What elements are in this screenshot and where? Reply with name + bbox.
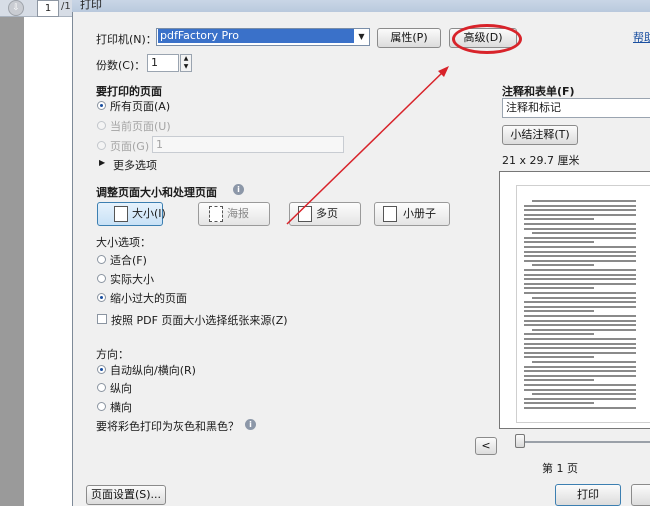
annotation-arrow bbox=[286, 66, 449, 225]
annotation-arrow-line bbox=[286, 69, 446, 225]
